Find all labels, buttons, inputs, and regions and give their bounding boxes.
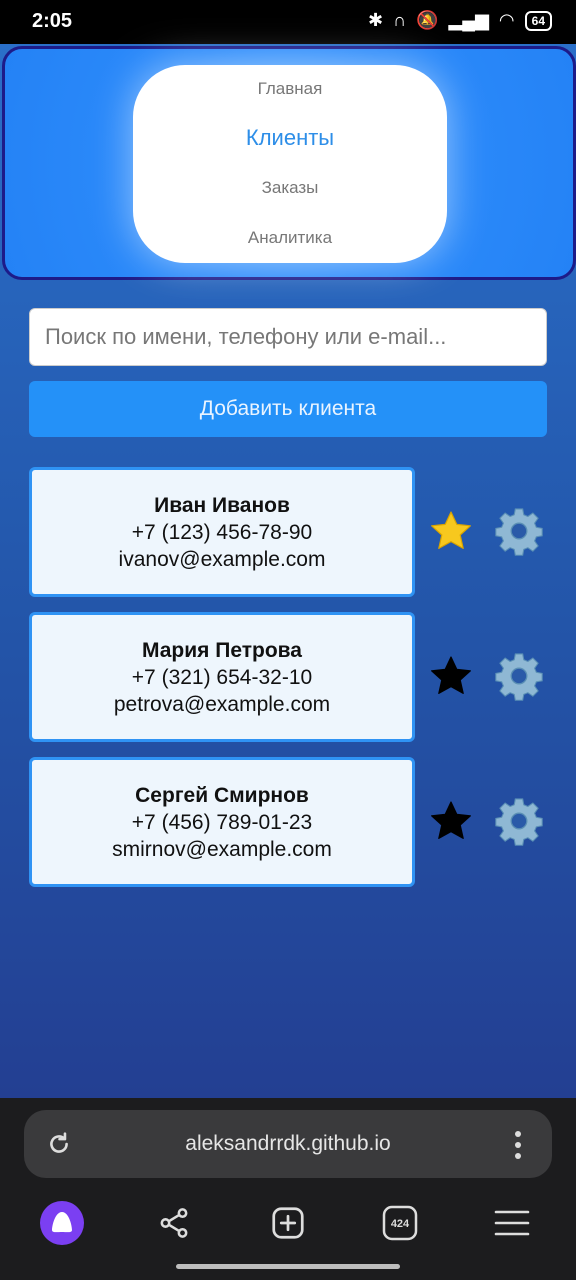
url-bar[interactable]: aleksandrrdk.github.io — [24, 1110, 552, 1178]
signal-icon: ▂▄▆ — [448, 10, 489, 30]
client-row: Иван Иванов +7 (123) 456-78-90 ivanov@ex… — [29, 467, 547, 597]
status-time: 2:05 — [32, 10, 73, 32]
status-bar: 2:05 ✱ ∩ 🔕 ▂▄▆ ◠ 64 — [0, 0, 576, 44]
tabs-count-icon[interactable]: 424 — [377, 1200, 423, 1246]
client-card[interactable]: Сергей Смирнов +7 (456) 789-01-23 smirno… — [29, 757, 415, 887]
client-card[interactable]: Мария Петрова +7 (321) 654-32-10 petrova… — [29, 612, 415, 742]
app-header: Главная Клиенты Заказы Аналитика — [2, 46, 576, 280]
settings-gear-icon[interactable] — [493, 505, 545, 557]
nav-item-analytics[interactable]: Аналитика — [133, 228, 447, 248]
url-text: aleksandrrdk.github.io — [185, 1132, 391, 1155]
share-icon[interactable] — [151, 1200, 197, 1246]
client-phone: +7 (321) 654-32-10 — [131, 665, 313, 689]
more-menu-icon[interactable] — [514, 1130, 522, 1160]
client-name: Мария Петрова — [141, 638, 302, 662]
client-card[interactable]: Иван Иванов +7 (123) 456-78-90 ivanov@ex… — [29, 467, 415, 597]
client-name: Иван Иванов — [154, 493, 290, 517]
earbuds-icon: ∩ — [393, 10, 407, 30]
app-page: Главная Клиенты Заказы Аналитика Добавит… — [0, 44, 576, 1098]
nav-menu: Главная Клиенты Заказы Аналитика — [133, 65, 447, 263]
client-name: Сергей Смирнов — [135, 783, 309, 807]
favorite-star-icon[interactable] — [427, 797, 475, 845]
settings-gear-icon[interactable] — [493, 795, 545, 847]
add-client-button[interactable]: Добавить клиента — [29, 381, 547, 437]
favorite-star-icon[interactable] — [427, 507, 475, 555]
nav-item-clients[interactable]: Клиенты — [133, 125, 447, 151]
client-email: smirnov@example.com — [112, 837, 332, 861]
mute-icon: 🔕 — [416, 10, 439, 30]
client-email: ivanov@example.com — [118, 547, 326, 571]
client-row: Сергей Смирнов +7 (456) 789-01-23 smirno… — [29, 757, 547, 887]
browser-bottom-nav: 424 — [0, 1198, 576, 1248]
browser-bar: aleksandrrdk.github.io 424 — [0, 1098, 576, 1280]
client-phone: +7 (456) 789-01-23 — [131, 810, 313, 834]
bluetooth-icon: ✱ — [368, 10, 384, 30]
settings-gear-icon[interactable] — [493, 650, 545, 702]
tabs-count: 424 — [391, 1218, 410, 1230]
status-icons: ✱ ∩ 🔕 ▂▄▆ ◠ 64 — [368, 10, 552, 31]
home-indicator[interactable] — [176, 1264, 400, 1269]
wifi-icon: ◠ — [498, 10, 515, 30]
search-input[interactable] — [29, 308, 547, 366]
alice-assistant-icon[interactable] — [39, 1200, 85, 1246]
client-row: Мария Петрова +7 (321) 654-32-10 petrova… — [29, 612, 547, 742]
favorite-star-icon[interactable] — [427, 652, 475, 700]
client-phone: +7 (123) 456-78-90 — [131, 520, 313, 544]
battery-icon: 64 — [524, 10, 552, 31]
nav-item-home[interactable]: Главная — [133, 79, 447, 99]
hamburger-menu-icon[interactable] — [489, 1200, 535, 1246]
nav-item-orders[interactable]: Заказы — [133, 178, 447, 198]
new-tab-icon[interactable] — [265, 1200, 311, 1246]
client-email: petrova@example.com — [113, 692, 331, 716]
